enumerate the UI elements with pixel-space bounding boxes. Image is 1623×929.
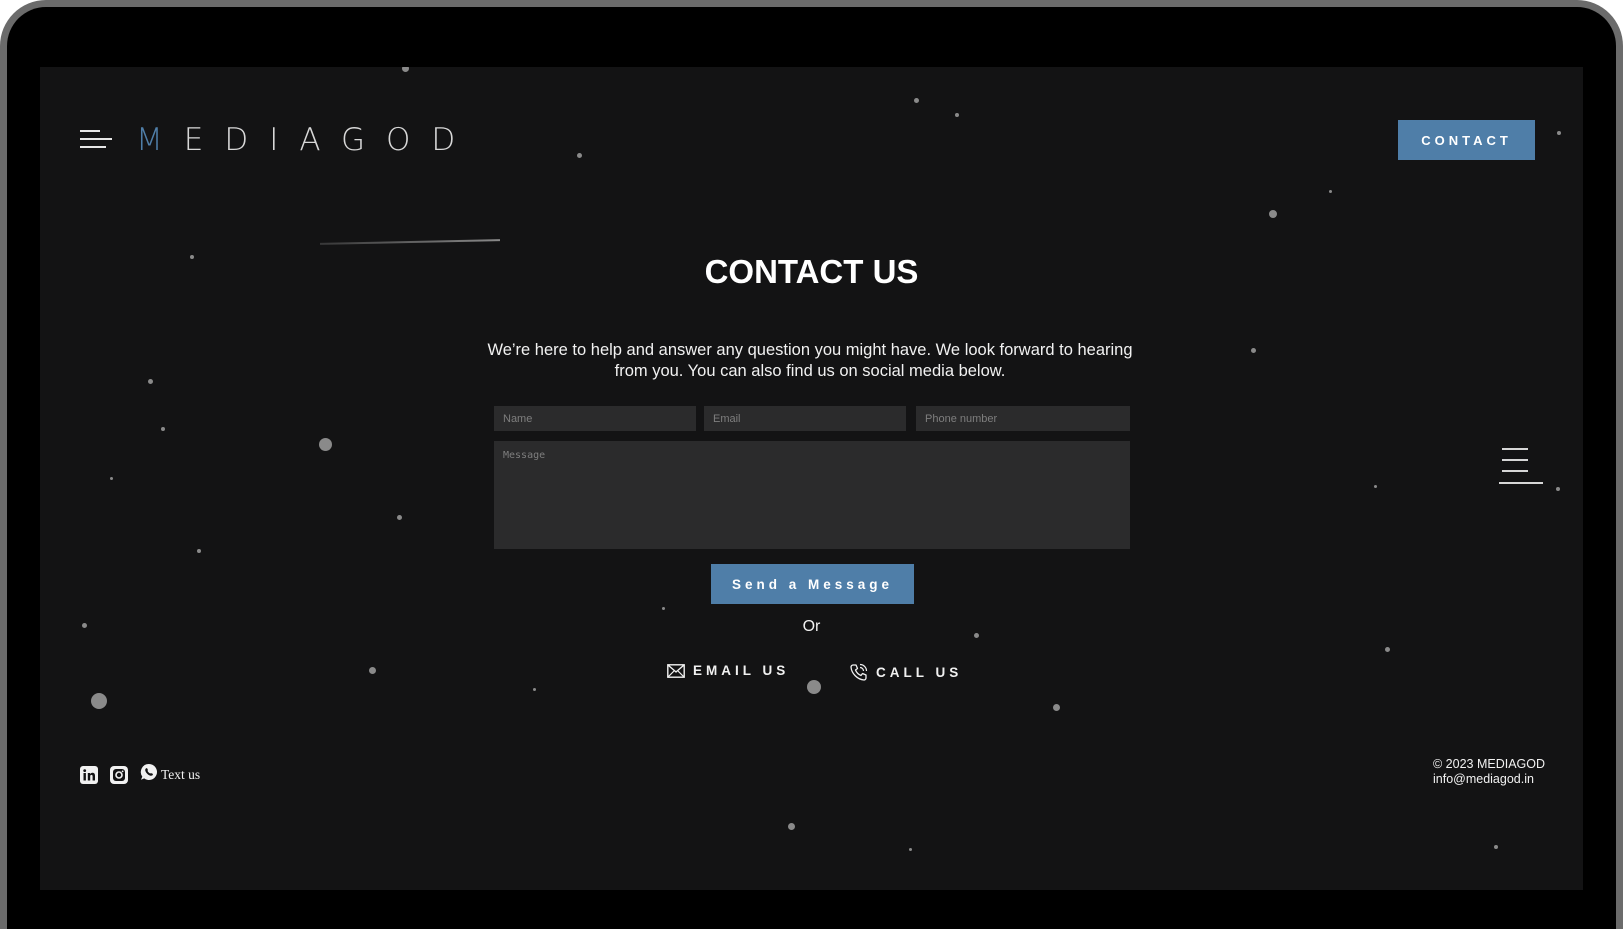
logo-text: EDIAGOD [183,122,477,158]
star [914,98,919,103]
star [1053,704,1060,711]
star [1385,647,1390,652]
star [788,823,795,830]
star [1251,348,1256,353]
copyright-text: © 2023 MEDIAGOD [1433,757,1546,771]
message-field[interactable] [494,441,1130,549]
star [402,67,409,72]
social-links: Text us [80,763,200,786]
instagram-icon[interactable] [110,765,128,784]
email-us-label: EMAIL US [693,663,790,678]
send-message-button[interactable]: Send a Message [711,564,914,604]
star [369,667,376,674]
footer-email-link[interactable]: info@mediagod.in [1433,772,1545,787]
star [1557,131,1561,135]
call-us-link[interactable]: CALL US [850,663,962,681]
text-us-label: Text us [161,766,201,782]
email-us-link[interactable]: EMAIL US [667,663,789,678]
phone-icon [850,663,868,681]
star [1329,190,1332,193]
whatsapp-icon [140,763,158,786]
envelope-icon [667,663,685,678]
name-field[interactable] [494,406,696,431]
website-screen: MEDIAGOD CONTACT CONTACT US We’re here t… [40,67,1583,890]
logo-first-letter: M [136,122,184,158]
or-divider-text: Or [802,618,821,635]
star [197,549,201,553]
page-title: CONTACT US [704,253,919,290]
site-logo[interactable]: MEDIAGOD [136,122,476,158]
star [148,379,153,384]
whatsapp-text-link[interactable]: Text us [140,763,200,786]
star [577,153,582,158]
call-us-label: CALL US [876,664,963,680]
hamburger-menu-icon[interactable] [80,130,112,150]
footer-info: © 2023 MEDIAGOD info@mediagod.in [1433,757,1545,787]
star [1556,487,1560,491]
email-field[interactable] [704,406,906,431]
contact-button[interactable]: CONTACT [1398,120,1535,160]
star [110,477,113,480]
intro-text: We’re here to help and answer any questi… [487,341,1133,380]
star [397,515,402,520]
star [1269,210,1277,218]
star [662,607,665,610]
star [1494,845,1498,849]
phone-field[interactable] [916,406,1130,431]
star [955,113,959,117]
star [319,438,332,451]
star [1374,485,1377,488]
linkedin-icon[interactable] [80,765,98,784]
shooting-star [319,239,501,245]
star [533,688,536,691]
star [91,693,107,709]
side-menu-icon[interactable] [1499,448,1543,486]
star [161,427,165,431]
star [807,680,821,694]
star [909,848,912,851]
